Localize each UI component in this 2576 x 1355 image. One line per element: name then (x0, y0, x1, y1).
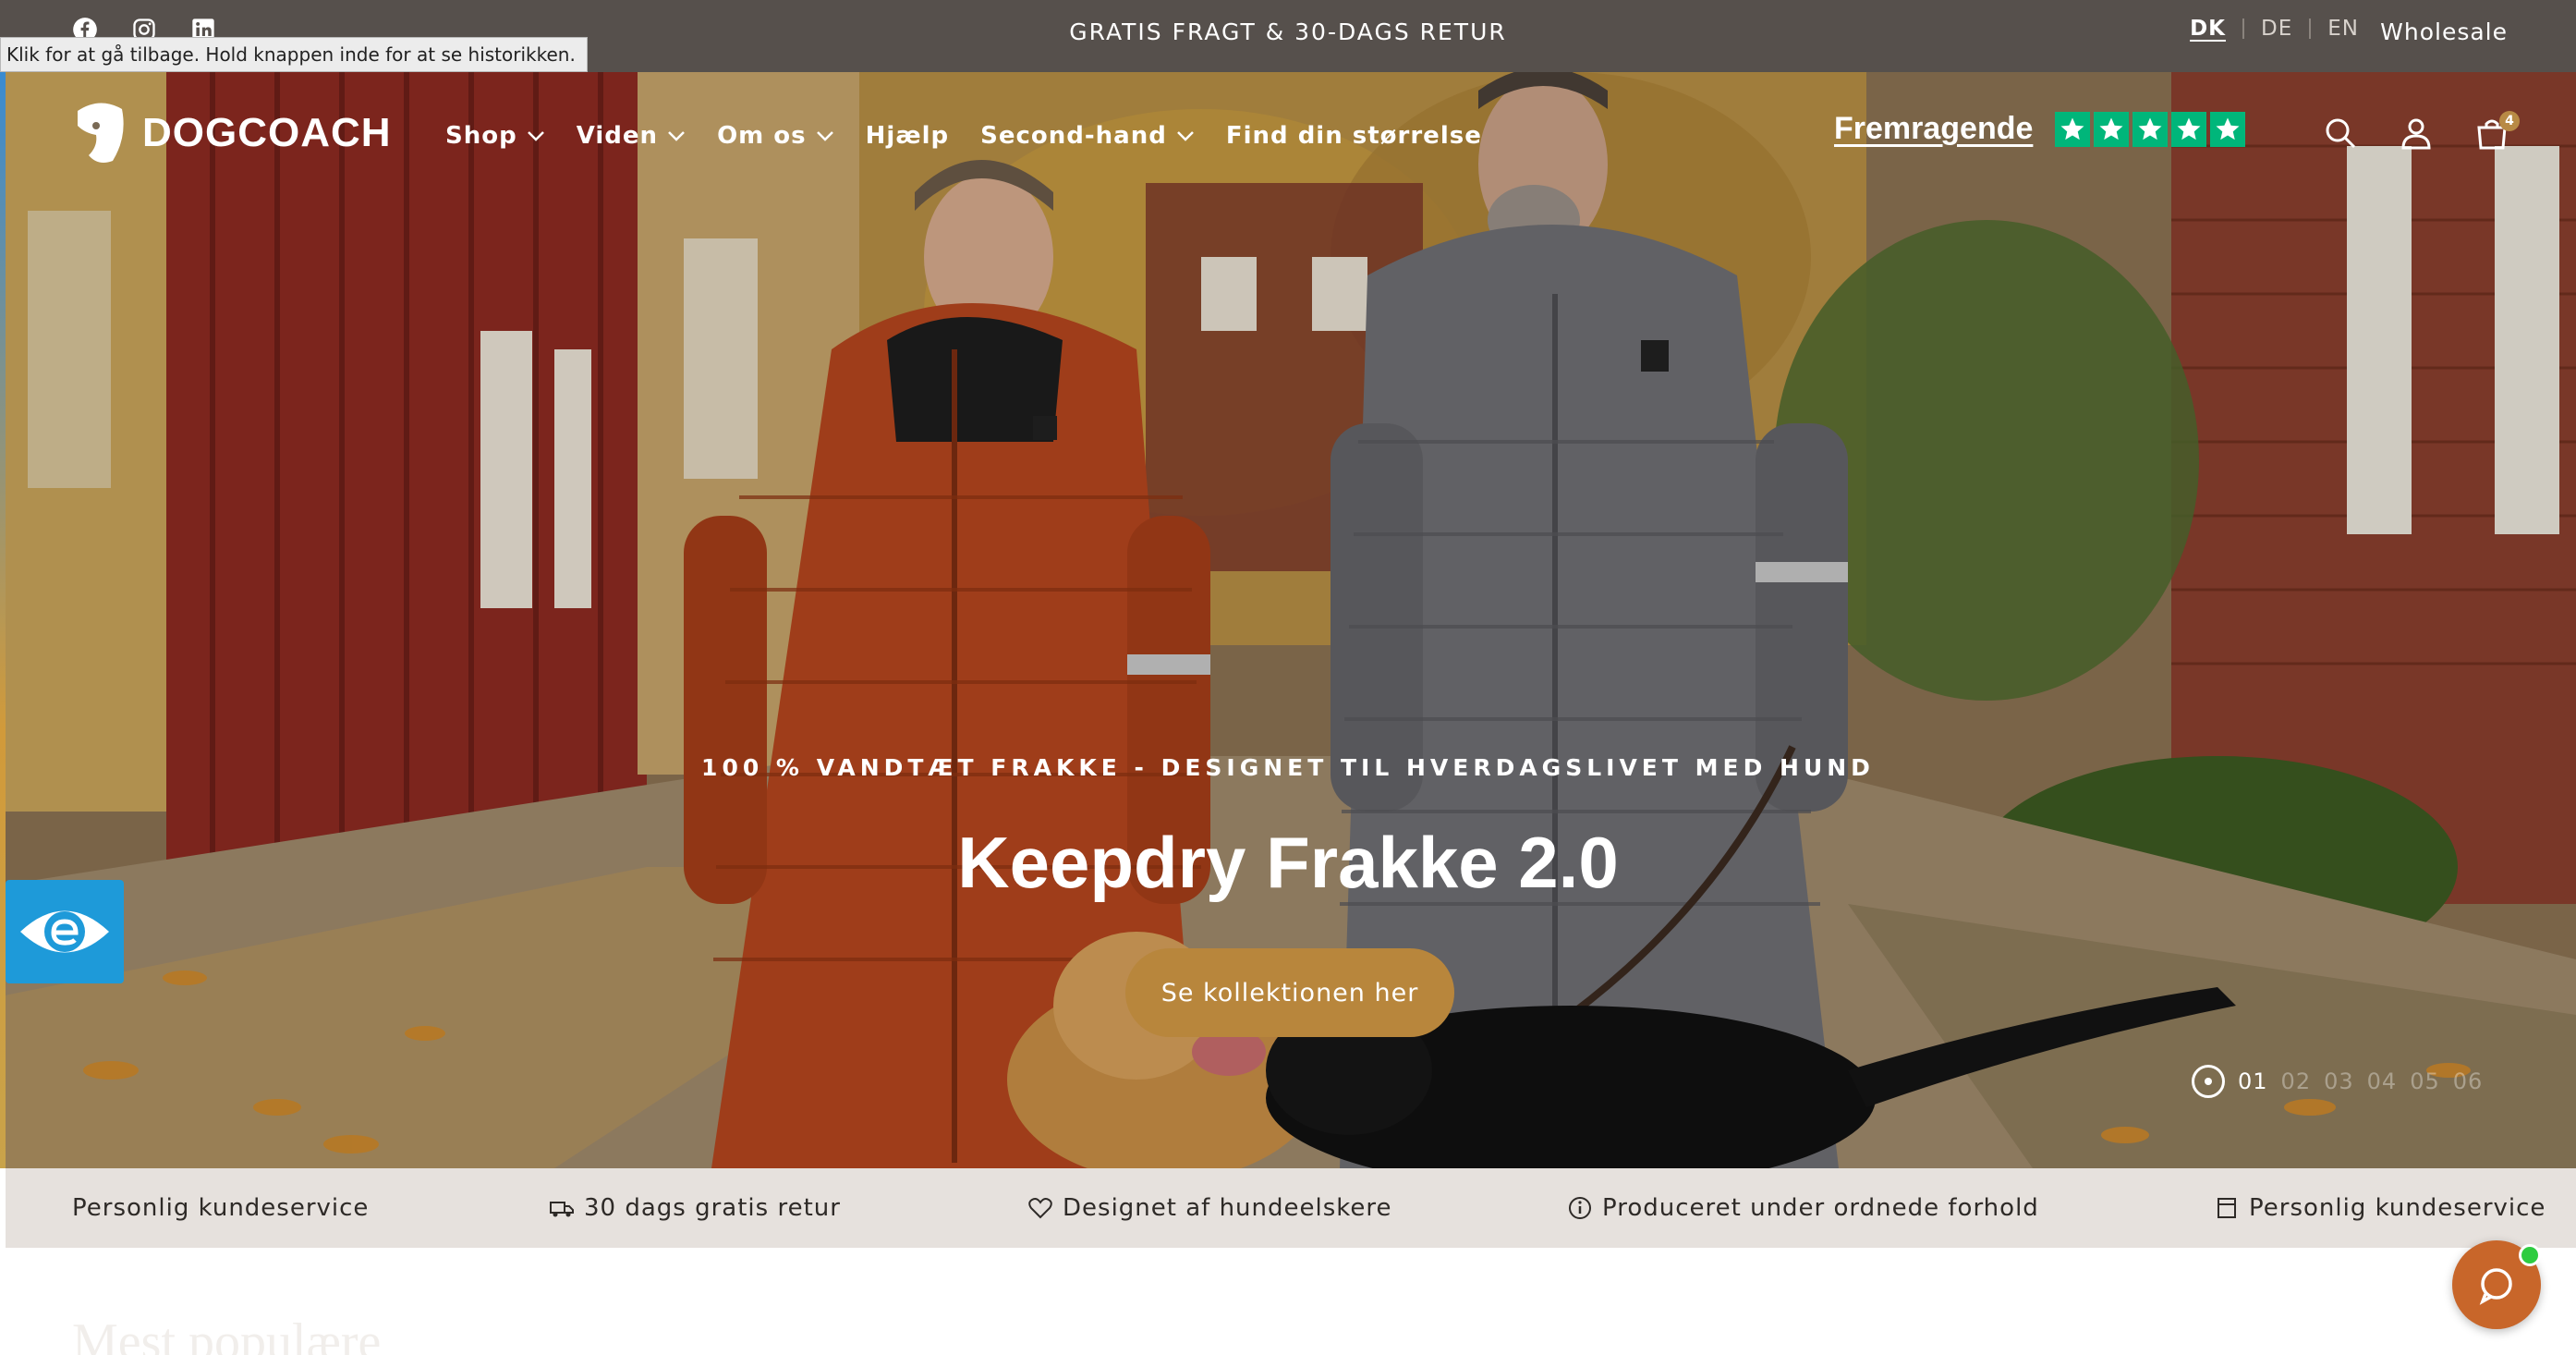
cart-button[interactable]: 4 (2475, 111, 2520, 150)
star-icon (2055, 111, 2091, 147)
search-button[interactable] (2324, 116, 2357, 150)
nav-shop[interactable]: Shop (445, 122, 545, 150)
nav-second-hand-label: Second-hand (980, 122, 1167, 150)
cart-count-badge: 4 (2499, 111, 2520, 131)
usp-item: Personlig kundeservice (2214, 1194, 2546, 1222)
heart-icon (1028, 1198, 1052, 1219)
slide-dot[interactable]: 02 (2281, 1068, 2312, 1094)
nav-find-size-label: Find din størrelse (1225, 122, 1482, 150)
autoplay-toggle[interactable] (2192, 1065, 2225, 1098)
account-button[interactable] (2400, 116, 2433, 150)
chevron-down-icon (668, 131, 685, 141)
trustpilot-label: Fremragende (1834, 111, 2034, 146)
phone-icon (2218, 1198, 2236, 1218)
nav-om-os-label: Om os (717, 122, 807, 150)
section-title: Mest populære (72, 1313, 382, 1355)
left-edge-strip (0, 72, 6, 1168)
info-icon (1569, 1197, 1591, 1219)
search-icon (2326, 118, 2356, 149)
usp-bar: Personlig kundeservice 30 dags gratis re… (6, 1168, 2576, 1248)
chevron-down-icon (816, 131, 833, 141)
truck-icon (550, 1202, 574, 1217)
nav-viden-label: Viden (576, 122, 659, 150)
nav-hjaelp[interactable]: Hjælp (866, 122, 949, 150)
play-dot-icon (2205, 1078, 2212, 1085)
back-button-tooltip: Klik for at gå tilbage. Hold knappen ind… (0, 37, 588, 72)
chevron-down-icon (527, 131, 544, 141)
usp-label: 30 dags gratis retur (584, 1194, 841, 1222)
chat-button[interactable] (2452, 1240, 2541, 1329)
usp-item: 30 dags gratis retur (549, 1194, 841, 1222)
lang-divider (2242, 18, 2244, 39)
accessibility-widget-button[interactable] (6, 880, 124, 983)
nav-hjaelp-label: Hjælp (865, 122, 950, 150)
chat-bubble-icon (2479, 1268, 2512, 1305)
trustpilot-stars (2055, 111, 2246, 147)
main-nav: Shop Viden Om os Hjælp Second-hand Find … (445, 122, 1482, 150)
header-actions: 4 (2324, 111, 2520, 150)
lang-dk[interactable]: DK (2190, 17, 2226, 41)
usp-label: Produceret under ordnede forhold (1602, 1194, 2039, 1222)
star-icon (2210, 111, 2246, 147)
usp-item: Designet af hundeelskere (1027, 1194, 1392, 1222)
slide-dot[interactable]: 06 (2453, 1068, 2484, 1094)
online-status-dot (2519, 1244, 2541, 1266)
lang-divider (2309, 18, 2312, 39)
slide-dot[interactable]: 04 (2367, 1068, 2398, 1094)
dog-logo-icon (78, 103, 124, 163)
nav-find-size[interactable]: Find din størrelse (1226, 122, 1482, 150)
logo[interactable]: DOGCOACH (70, 100, 392, 166)
wholesale-link[interactable]: Wholesale (2380, 18, 2508, 45)
chevron-down-icon (1176, 131, 1194, 141)
star-icon (2094, 111, 2130, 147)
star-icon (2132, 111, 2169, 147)
star-icon (2171, 111, 2207, 147)
account-icon (2401, 118, 2431, 150)
trustpilot-rating[interactable]: Fremragende (1834, 111, 2246, 147)
slide-pagination: 01 02 03 04 05 06 (2192, 1065, 2483, 1098)
usp-item: Produceret under ordnede forhold (1567, 1194, 2039, 1222)
brand-name: DOGCOACH (142, 110, 392, 155)
usp-label: Designet af hundeelskere (1063, 1194, 1392, 1222)
hero-cta-button[interactable]: Se kollektionen her (1125, 948, 1454, 1037)
slide-dot[interactable]: 01 (2238, 1068, 2268, 1094)
nav-om-os[interactable]: Om os (717, 122, 834, 150)
usp-item: Personlig kundeservice (72, 1194, 369, 1222)
hero-title: Keepdry Frakke 2.0 (957, 822, 1619, 903)
lang-de[interactable]: DE (2261, 17, 2292, 41)
nav-viden[interactable]: Viden (577, 122, 686, 150)
accessibility-eye-icon (20, 910, 109, 953)
slide-dot[interactable]: 05 (2410, 1068, 2440, 1094)
usp-label: Personlig kundeservice (72, 1194, 370, 1222)
nav-second-hand[interactable]: Second-hand (980, 122, 1195, 150)
nav-shop-label: Shop (445, 122, 517, 150)
usp-label: Personlig kundeservice (2249, 1194, 2546, 1222)
hero-eyebrow: 100 % VANDTÆT FRAKKE - DESIGNET TIL HVER… (701, 754, 1875, 781)
slide-dot[interactable]: 03 (2324, 1068, 2354, 1094)
lang-en[interactable]: EN (2327, 17, 2359, 41)
language-switcher: DK DE EN (2190, 17, 2359, 41)
